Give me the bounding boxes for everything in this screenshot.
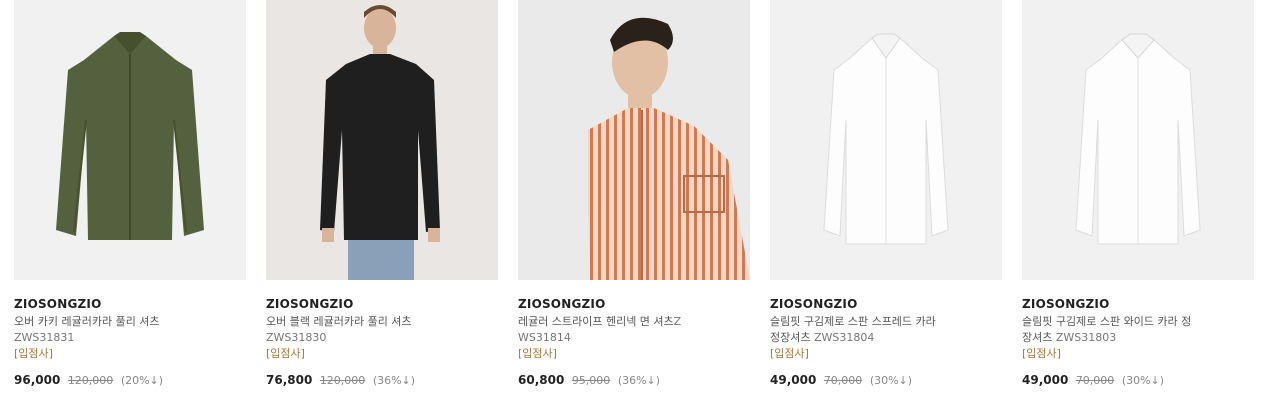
product-card[interactable]: ZIOSONGZIO 슬림핏 구김제로 스판 스프레드 카라 정장셔츠 ZWS3… xyxy=(770,0,1002,388)
discount-rate: (36%↓) xyxy=(617,374,661,387)
product-grid: ZIOSONGZIO 오버 카키 레귤러카라 풀리 셔츠 ZWS31831 [입점… xyxy=(0,0,1264,401)
discount-rate: (30%↓) xyxy=(869,374,913,387)
vendor-tag: [입점사] xyxy=(518,347,557,360)
price-row: 96,000 120,000 (20%↓) xyxy=(14,373,246,388)
product-code: ZWS31831 xyxy=(14,331,75,344)
sale-price: 96,000 xyxy=(14,373,61,387)
product-image[interactable] xyxy=(1022,0,1254,280)
product-brand[interactable]: ZIOSONGZIO xyxy=(14,297,246,311)
product-title[interactable]: 레귤러 스트라이프 헨리넥 면 셔츠 xyxy=(518,315,674,328)
product-brand[interactable]: ZIOSONGZIO xyxy=(1022,297,1254,311)
product-title[interactable]: 오버 카키 레귤러카라 풀리 셔츠 xyxy=(14,315,160,328)
sale-price: 49,000 xyxy=(1022,373,1069,387)
product-title[interactable]: 오버 블랙 레귤러카라 풀리 셔츠 xyxy=(266,315,412,328)
vendor-tag: [입점사] xyxy=(770,347,809,360)
product-card[interactable]: ZIOSONGZIO 오버 블랙 레귤러카라 풀리 셔츠 ZWS31830 [입점… xyxy=(266,0,498,388)
sale-price: 76,800 xyxy=(266,373,313,387)
price-row: 76,800 120,000 (36%↓) xyxy=(266,373,498,388)
product-name[interactable]: 슬림핏 구김제로 스판 스프레드 카라 정장셔츠 ZWS31804 xyxy=(770,314,942,346)
vendor-tag: [입점사] xyxy=(1022,347,1061,360)
product-image[interactable] xyxy=(770,0,1002,280)
model-striped-shirt-image xyxy=(518,0,750,280)
vendor-tag: [입점사] xyxy=(266,347,305,360)
original-price: 70,000 xyxy=(823,374,863,387)
product-image[interactable] xyxy=(266,0,498,280)
original-price: 120,000 xyxy=(319,374,366,387)
product-code: ZWS31804 xyxy=(813,331,875,344)
product-card[interactable]: ZIOSONGZIO 레귤러 스트라이프 헨리넥 면 셔츠ZWS31814 [입… xyxy=(518,0,750,388)
discount-rate: (20%↓) xyxy=(120,374,164,387)
product-name[interactable]: 슬림핏 구김제로 스판 와이드 카라 정장셔츠 ZWS31803 xyxy=(1022,314,1194,346)
original-price: 70,000 xyxy=(1075,374,1115,387)
vendor-tag: [입점사] xyxy=(14,347,53,360)
product-card[interactable]: ZIOSONGZIO 슬림핏 구김제로 스판 와이드 카라 정장셔츠 ZWS31… xyxy=(1022,0,1254,388)
white-dress-shirt-image xyxy=(1022,0,1254,280)
khaki-shirt-flat-image xyxy=(14,0,246,280)
product-image[interactable] xyxy=(14,0,246,280)
model-black-shirt-image xyxy=(266,0,498,280)
product-card[interactable]: ZIOSONGZIO 오버 카키 레귤러카라 풀리 셔츠 ZWS31831 [입점… xyxy=(14,0,246,388)
product-name[interactable]: 오버 카키 레귤러카라 풀리 셔츠 ZWS31831 xyxy=(14,314,186,346)
product-image[interactable] xyxy=(518,0,750,280)
white-dress-shirt-image xyxy=(770,0,1002,280)
discount-rate: (30%↓) xyxy=(1121,374,1165,387)
original-price: 120,000 xyxy=(67,374,114,387)
price-row: 60,800 95,000 (36%↓) xyxy=(518,373,750,388)
product-name[interactable]: 오버 블랙 레귤러카라 풀리 셔츠 ZWS31830 xyxy=(266,314,438,346)
product-code: ZWS31803 xyxy=(1055,331,1117,344)
product-brand[interactable]: ZIOSONGZIO xyxy=(518,297,750,311)
product-code: ZWS31830 xyxy=(266,331,327,344)
product-name[interactable]: 레귤러 스트라이프 헨리넥 면 셔츠ZWS31814 xyxy=(518,314,690,346)
original-price: 95,000 xyxy=(571,374,611,387)
price-row: 49,000 70,000 (30%↓) xyxy=(770,373,1002,388)
sale-price: 60,800 xyxy=(518,373,565,387)
sale-price: 49,000 xyxy=(770,373,817,387)
price-row: 49,000 70,000 (30%↓) xyxy=(1022,373,1254,388)
discount-rate: (36%↓) xyxy=(372,374,416,387)
product-brand[interactable]: ZIOSONGZIO xyxy=(770,297,1002,311)
product-brand[interactable]: ZIOSONGZIO xyxy=(266,297,498,311)
